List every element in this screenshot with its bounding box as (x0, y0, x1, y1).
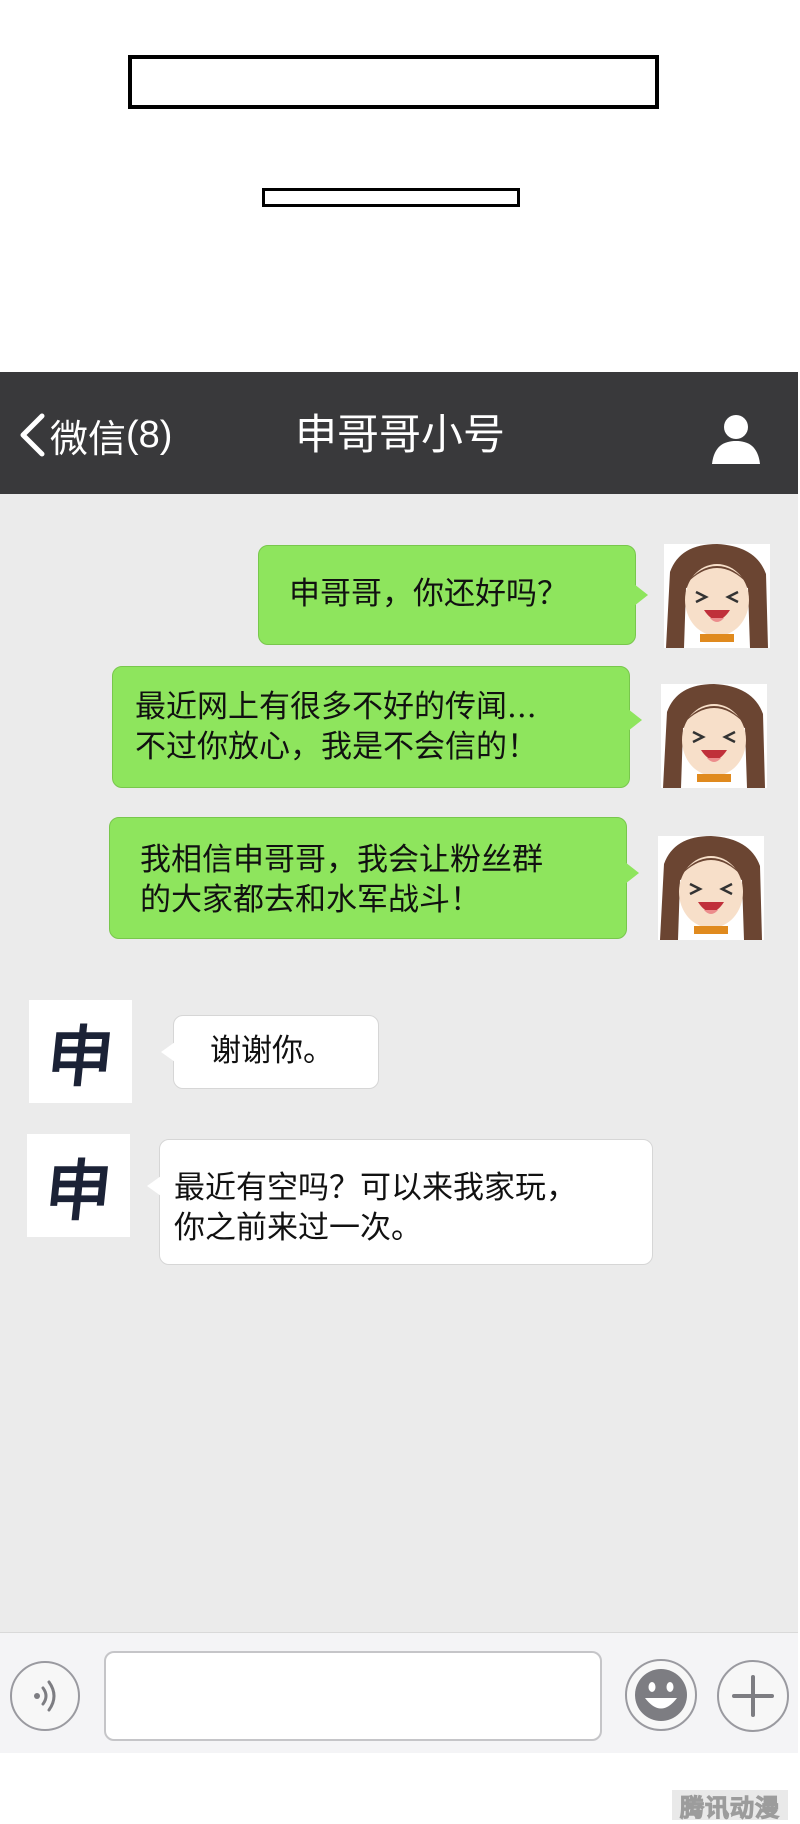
girl-avatar-icon (664, 544, 770, 648)
message-bubble-received: 谢谢你。 (161, 1015, 379, 1089)
message-input[interactable] (104, 1651, 602, 1741)
caption-box-top (128, 55, 659, 109)
message-text: 我相信申哥哥，我会让粉丝群 (140, 842, 543, 878)
message-text: 不过你放心，我是不会信的！ (135, 729, 538, 765)
avatar-char: 申 (40, 1151, 116, 1230)
voice-button[interactable] (10, 1661, 80, 1731)
bubble-tail (628, 709, 642, 731)
bubble-tail (161, 1042, 175, 1062)
person-icon (712, 415, 760, 464)
avatar-contact[interactable]: 申 (27, 1134, 130, 1237)
avatar-self (664, 544, 770, 648)
girl-avatar-icon (661, 684, 767, 788)
emoji-button[interactable] (625, 1659, 697, 1731)
bubble-tail (625, 862, 639, 884)
message-text: 申哥哥，你还好吗？ (289, 576, 568, 612)
chat-title: 申哥哥小号 (294, 410, 505, 459)
plus-icon (732, 1675, 774, 1717)
message-bubble-received: 最近有空吗？可以来我家玩， 你之前来过一次。 (147, 1139, 653, 1265)
profile-button[interactable] (708, 410, 764, 466)
emoji-icon (635, 1669, 687, 1721)
add-button[interactable] (717, 1660, 789, 1732)
chevron-left-icon (20, 413, 45, 457)
back-button[interactable]: 微信 (8) (18, 405, 172, 465)
avatar-char: 申 (42, 1017, 118, 1096)
message-text: 你之前来过一次。 (174, 1210, 422, 1246)
avatar-self (658, 836, 764, 940)
voice-icon (34, 1680, 56, 1712)
watermark: 腾讯动漫 (672, 1790, 788, 1822)
message-text: 的大家都去和水军战斗！ (140, 882, 481, 918)
message-bubble-sent: 最近网上有很多不好的传闻... 不过你放心，我是不会信的！ (112, 666, 642, 788)
girl-avatar-icon (658, 836, 764, 940)
message-text: 最近有空吗？可以来我家玩， (174, 1170, 577, 1206)
message-text: 最近网上有很多不好的传闻... (135, 689, 537, 725)
avatar-contact[interactable]: 申 (29, 1000, 132, 1103)
bubble-tail (147, 1176, 161, 1196)
message-bubble-sent: 我相信申哥哥，我会让粉丝群 的大家都去和水军战斗！ (109, 817, 639, 939)
back-label: 微信 (50, 416, 127, 461)
bubble-tail (634, 584, 648, 606)
caption-box-small (262, 188, 520, 207)
message-text: 谢谢你。 (210, 1033, 334, 1069)
unread-count: (8) (126, 413, 173, 456)
avatar-self (661, 684, 767, 788)
message-bubble-sent: 申哥哥，你还好吗？ (258, 545, 648, 645)
